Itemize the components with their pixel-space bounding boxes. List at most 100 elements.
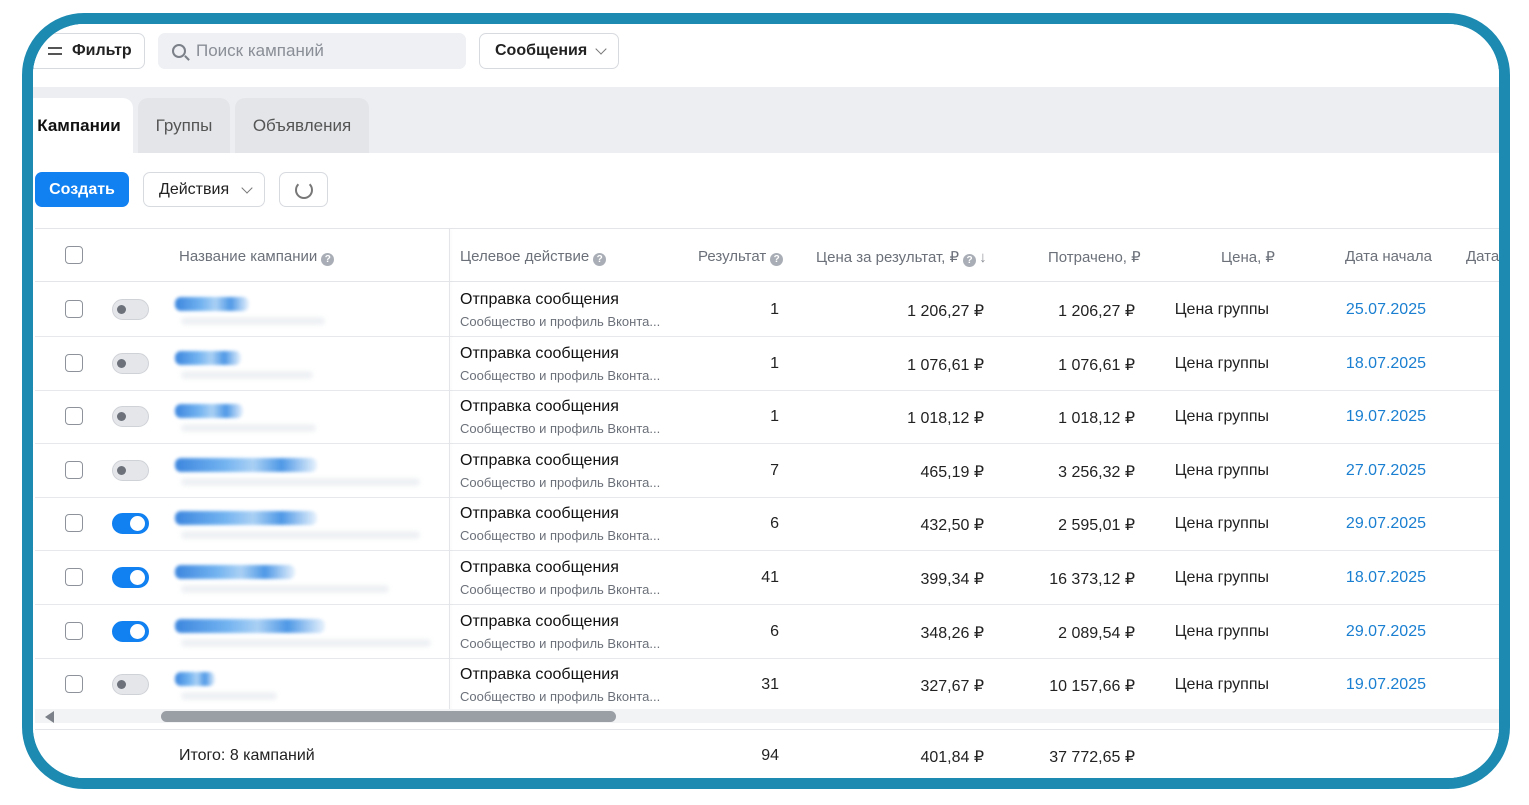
table-row[interactable]: Отправка сообщения Сообщество и профиль В… <box>35 497 1499 552</box>
campaign-status-toggle[interactable] <box>112 674 149 696</box>
campaign-name-redacted[interactable] <box>175 565 295 579</box>
campaign-name-redacted[interactable] <box>175 350 241 365</box>
actions-dropdown[interactable]: Действия <box>143 172 265 207</box>
table-row[interactable]: Отправка сообщения Сообщество и профиль В… <box>35 283 1499 337</box>
campaign-status-toggle[interactable] <box>112 513 149 535</box>
refresh-icon <box>294 180 313 199</box>
row-checkbox[interactable] <box>65 300 83 318</box>
campaign-status-toggle[interactable] <box>112 620 149 642</box>
start-date-value[interactable]: 29.07.2025 <box>1346 515 1426 533</box>
help-icon[interactable]: ? <box>321 253 335 266</box>
cost-per-result-value: 465,19 ₽ <box>920 463 984 481</box>
campaign-name-redacted[interactable] <box>175 511 317 526</box>
row-checkbox[interactable] <box>65 514 83 533</box>
goal-source: Сообщество и профиль Вконта... <box>460 367 661 383</box>
header-name-label: Название кампании <box>179 248 318 265</box>
campaign-name-redacted[interactable] <box>175 672 215 687</box>
header-name[interactable]: Название кампании? <box>179 248 335 266</box>
campaign-status-toggle[interactable] <box>112 299 149 320</box>
price-value: Цена группы <box>1174 354 1269 372</box>
header-goal[interactable]: Целевое действие? <box>460 248 607 266</box>
select-all-checkbox[interactable] <box>65 246 83 264</box>
campaign-sub-redacted <box>181 424 316 433</box>
tabs-bar: Кампании Группы Объявления <box>33 87 1499 153</box>
scroll-left-arrow-icon[interactable] <box>45 711 54 723</box>
row-checkbox[interactable] <box>65 460 83 479</box>
totals-cost: 401,84 ₽ <box>920 749 984 766</box>
result-value: 41 <box>761 569 779 586</box>
start-date-value[interactable]: 29.07.2025 <box>1346 623 1426 641</box>
screenshot-frame: Фильтр Сообщения Кампании Группы Объявле… <box>22 13 1510 789</box>
tab-campaigns[interactable]: Кампании <box>33 98 133 153</box>
row-checkbox[interactable] <box>65 353 83 372</box>
header-result-label: Результат <box>698 248 767 265</box>
table-row[interactable]: Отправка сообщения Сообщество и профиль В… <box>35 444 1499 498</box>
spent-value: 1 206,27 ₽ <box>1058 303 1135 320</box>
campaign-type-select[interactable]: Сообщения <box>479 33 619 69</box>
header-cost-per-result[interactable]: Цена за результат, ₽? ↓ <box>816 248 987 267</box>
price-value: Цена группы <box>1174 569 1269 586</box>
help-icon[interactable]: ? <box>770 253 784 266</box>
spent-value: 1 018,12 ₽ <box>1058 410 1135 428</box>
campaign-status-toggle[interactable] <box>112 459 149 481</box>
help-icon[interactable]: ? <box>593 253 607 266</box>
spent-value: 1 076,61 ₽ <box>1058 356 1135 374</box>
row-checkbox[interactable] <box>65 621 83 640</box>
start-date-value[interactable]: 19.07.2025 <box>1346 408 1426 426</box>
table-row[interactable]: Отправка сообщения Сообщество и профиль В… <box>35 605 1499 659</box>
scrollbar-thumb[interactable] <box>161 711 616 722</box>
chevron-down-icon <box>241 181 253 194</box>
header-price[interactable]: Цена, ₽ <box>1221 248 1275 266</box>
table-row[interactable]: Отправка сообщения Сообщество и профиль В… <box>35 390 1499 445</box>
create-button[interactable]: Создать <box>35 172 129 207</box>
start-date-value[interactable]: 25.07.2025 <box>1346 301 1426 319</box>
arrow-down-icon[interactable]: ↓ <box>979 249 987 266</box>
goal-action: Отправка сообщения <box>460 398 619 416</box>
campaign-status-toggle[interactable] <box>112 352 149 374</box>
table-row[interactable]: Отправка сообщения Сообщество и профиль В… <box>35 658 1499 713</box>
campaign-status-toggle[interactable] <box>112 406 149 428</box>
table-row[interactable]: Отправка сообщения Сообщество и профиль В… <box>35 551 1499 605</box>
refresh-button[interactable] <box>279 172 328 207</box>
result-value: 31 <box>761 676 779 694</box>
header-start-date[interactable]: Дата начала <box>1345 248 1432 265</box>
goal-action: Отправка сообщения <box>460 451 619 469</box>
cost-per-result-value: 399,34 ₽ <box>920 571 984 588</box>
goal-source: Сообщество и профиль Вконта... <box>460 635 661 651</box>
spent-value: 2 089,54 ₽ <box>1058 624 1135 642</box>
campaign-name-redacted[interactable] <box>175 297 249 311</box>
result-value: 6 <box>770 515 779 533</box>
goal-source: Сообщество и профиль Вконта... <box>460 582 661 597</box>
price-value: Цена группы <box>1174 408 1269 426</box>
start-date-value[interactable]: 18.07.2025 <box>1346 355 1426 373</box>
campaign-sub-redacted <box>181 531 420 540</box>
campaign-status-toggle[interactable] <box>112 567 149 588</box>
campaign-sub-redacted <box>181 638 431 647</box>
totals-row: Итого: 8 кампаний 94 401,84 ₽ 37 772,65 … <box>35 729 1499 778</box>
start-date-value[interactable]: 19.07.2025 <box>1346 676 1426 694</box>
start-date-value[interactable]: 27.07.2025 <box>1346 462 1426 480</box>
start-date-value[interactable]: 18.07.2025 <box>1346 569 1426 587</box>
search-box[interactable] <box>158 33 466 69</box>
totals-label: Итого: 8 кампаний <box>179 747 315 764</box>
header-result[interactable]: Результат? <box>698 248 784 266</box>
campaign-type-value: Сообщения <box>495 42 588 59</box>
tab-groups[interactable]: Группы <box>138 98 230 153</box>
campaign-sub-redacted <box>181 370 313 379</box>
price-value: Цена группы <box>1174 676 1269 694</box>
campaign-name-redacted[interactable] <box>175 618 325 633</box>
help-icon[interactable]: ? <box>963 254 977 267</box>
header-spent[interactable]: Потрачено, ₽ <box>1048 248 1141 266</box>
row-checkbox[interactable] <box>65 568 83 586</box>
filter-button[interactable]: Фильтр <box>33 33 145 69</box>
table-header: Название кампании? Целевое действие? Рез… <box>35 229 1499 282</box>
cost-per-result-value: 1 076,61 ₽ <box>907 356 984 374</box>
header-end-date[interactable]: Дата <box>1466 248 1499 265</box>
tab-ads[interactable]: Объявления <box>235 98 369 153</box>
row-checkbox[interactable] <box>65 675 83 694</box>
campaign-name-redacted[interactable] <box>175 457 317 472</box>
campaign-name-redacted[interactable] <box>175 404 243 419</box>
row-checkbox[interactable] <box>65 407 83 426</box>
table-row[interactable]: Отправка сообщения Сообщество и профиль В… <box>35 337 1499 391</box>
search-input[interactable] <box>196 41 436 61</box>
